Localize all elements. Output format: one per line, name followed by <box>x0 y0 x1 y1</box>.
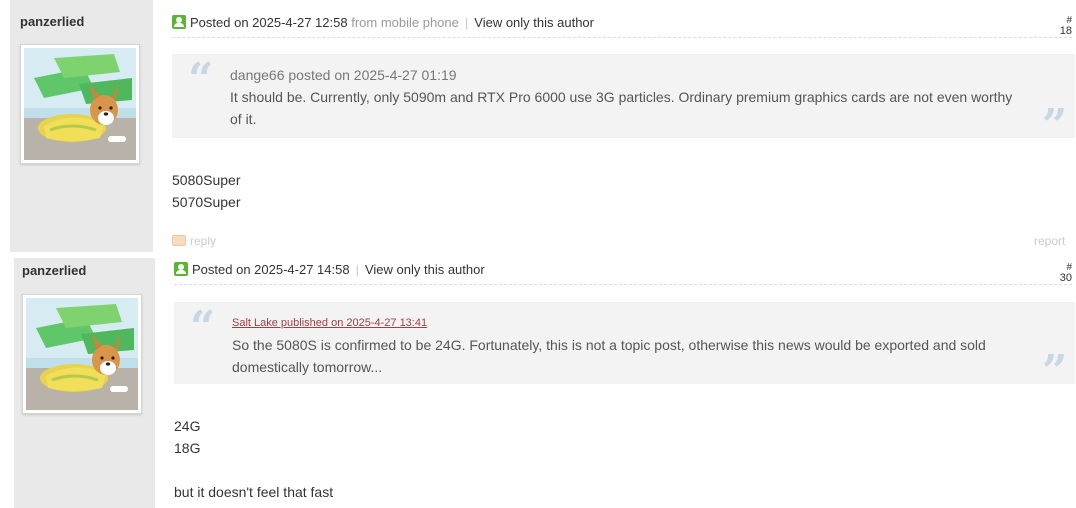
quote-content: dange66 posted on 2025-4-27 01:19 It sho… <box>230 64 1020 130</box>
separator: | <box>464 15 469 30</box>
floor-number[interactable]: # 30 <box>1040 262 1072 284</box>
body-line <box>174 459 333 481</box>
body-line: 18G <box>174 440 201 456</box>
post-meta: Posted on 2025-4-27 12:58 from mobile ph… <box>172 15 594 30</box>
post-30: panzerlied Posted on 2025-4-27 14:58 | Vie… <box>0 258 1076 508</box>
user-icon <box>174 262 188 276</box>
posted-date: Posted on 2025-4-27 14:58 <box>192 262 350 277</box>
corgi-avatar-image <box>26 298 138 410</box>
quote-close-mark: ” <box>1042 100 1068 151</box>
view-only-author-link[interactable]: View only this author <box>365 262 485 277</box>
quote-block: “ dange66 posted on 2025-4-27 01:19 It s… <box>172 54 1075 148</box>
post-body: 5080Super 5070Super <box>172 169 241 213</box>
quote-content: Salt Lake published on 2025-4-27 13:41 S… <box>232 312 1022 378</box>
reply-button[interactable]: reply <box>172 234 216 248</box>
posted-date: Posted on 2025-4-27 12:58 <box>190 15 348 30</box>
avatar[interactable] <box>22 294 142 414</box>
post-source: from mobile phone <box>351 15 459 30</box>
quote-author-link[interactable]: Salt Lake published on 2025-4-27 13:41 <box>232 312 1022 334</box>
author-name[interactable]: panzerlied <box>22 263 86 278</box>
post-meta: Posted on 2025-4-27 14:58 | View only this… <box>174 262 485 277</box>
post-18: panzerlied Posted on 2025-4-27 12:58 fro… <box>0 0 1076 252</box>
separator: | <box>355 262 359 277</box>
body-line: but it doesn't feel that fast <box>174 484 334 500</box>
report-button[interactable]: report <box>1034 234 1065 248</box>
header-divider <box>174 284 1072 285</box>
view-only-author-link[interactable]: View only this author <box>474 15 594 30</box>
avatar[interactable] <box>20 44 140 164</box>
body-line: 5070Super <box>172 194 241 210</box>
header-divider <box>172 37 1072 38</box>
floor-value: 18 <box>1059 25 1072 37</box>
quote-block: “ Salt Lake published on 2025-4-27 13:41… <box>174 302 1075 394</box>
body-line: 24G <box>174 418 201 434</box>
reply-label: reply <box>190 234 217 248</box>
floor-number[interactable]: # 18 <box>1040 15 1072 37</box>
quote-author: dange66 posted on 2025-4-27 01:19 <box>230 67 457 83</box>
reply-icon <box>172 235 186 246</box>
quote-text: So the 5080S is confirmed to be 24G. For… <box>232 337 986 375</box>
post-body: 24G 18G but it doesn't feel that fast <box>174 415 333 503</box>
floor-value: 30 <box>1059 272 1072 284</box>
body-line: 5080Super <box>172 172 241 188</box>
quote-text: It should be. Currently, only 5090m and … <box>230 89 1013 127</box>
quote-open-mark: “ <box>188 54 214 105</box>
quote-close-mark: ” <box>1042 346 1068 397</box>
user-icon <box>172 15 186 29</box>
quote-open-mark: “ <box>190 302 216 353</box>
author-name[interactable]: panzerlied <box>20 14 84 29</box>
corgi-avatar-image <box>24 48 136 160</box>
